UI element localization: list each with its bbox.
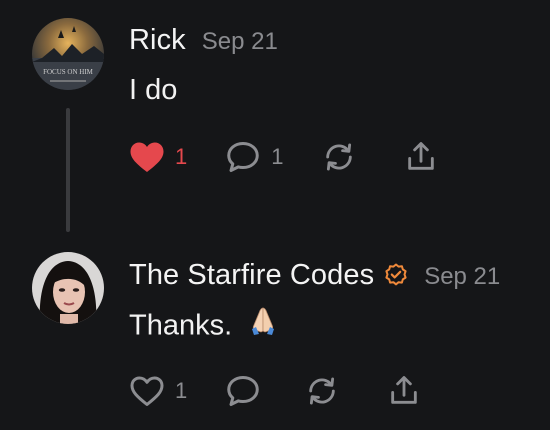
post-header: The Starfire Codes Sep 21	[129, 259, 500, 292]
share-icon	[407, 142, 434, 170]
heart-icon	[130, 142, 164, 172]
action-bar: 1	[129, 374, 421, 408]
author-name[interactable]: The Starfire Codes	[129, 259, 374, 292]
thread-connector	[66, 108, 70, 232]
post-text: Thanks.	[129, 305, 278, 346]
action-bar: 1 1	[129, 140, 438, 174]
comment-count: 1	[271, 144, 284, 169]
repost-button[interactable]	[305, 374, 339, 408]
author-name[interactable]: Rick	[129, 24, 186, 57]
like-button[interactable]: 1	[129, 374, 187, 408]
avatar-image	[32, 252, 104, 324]
comment-button[interactable]: 1	[225, 140, 284, 174]
post-header: Rick Sep 21	[129, 24, 278, 57]
repost-button[interactable]	[322, 140, 356, 174]
avatar-caption: FOCUS ON HIM	[43, 68, 94, 76]
post-date[interactable]: Sep 21	[202, 28, 278, 56]
share-button[interactable]	[404, 140, 438, 174]
comment-bubble-icon	[227, 142, 259, 172]
repost-icon	[325, 143, 352, 171]
heart-icon	[130, 376, 164, 406]
share-button[interactable]	[387, 374, 421, 408]
like-count: 1	[175, 378, 188, 403]
verified-badge-icon	[384, 263, 408, 292]
folded-hands-emoji	[248, 305, 278, 343]
post-date[interactable]: Sep 21	[424, 263, 500, 291]
repost-icon	[309, 377, 335, 405]
post-text-content: Thanks.	[129, 309, 233, 342]
comment-bubble-icon	[227, 376, 259, 406]
avatar-starfire[interactable]	[32, 252, 104, 324]
post-text: I do	[129, 74, 178, 106]
like-count: 1	[175, 144, 188, 169]
share-icon	[391, 376, 417, 404]
comment-button[interactable]	[225, 374, 261, 408]
avatar-image: FOCUS ON HIM	[32, 18, 104, 90]
avatar-rick[interactable]: FOCUS ON HIM	[32, 18, 104, 90]
like-button[interactable]: 1	[129, 140, 187, 174]
